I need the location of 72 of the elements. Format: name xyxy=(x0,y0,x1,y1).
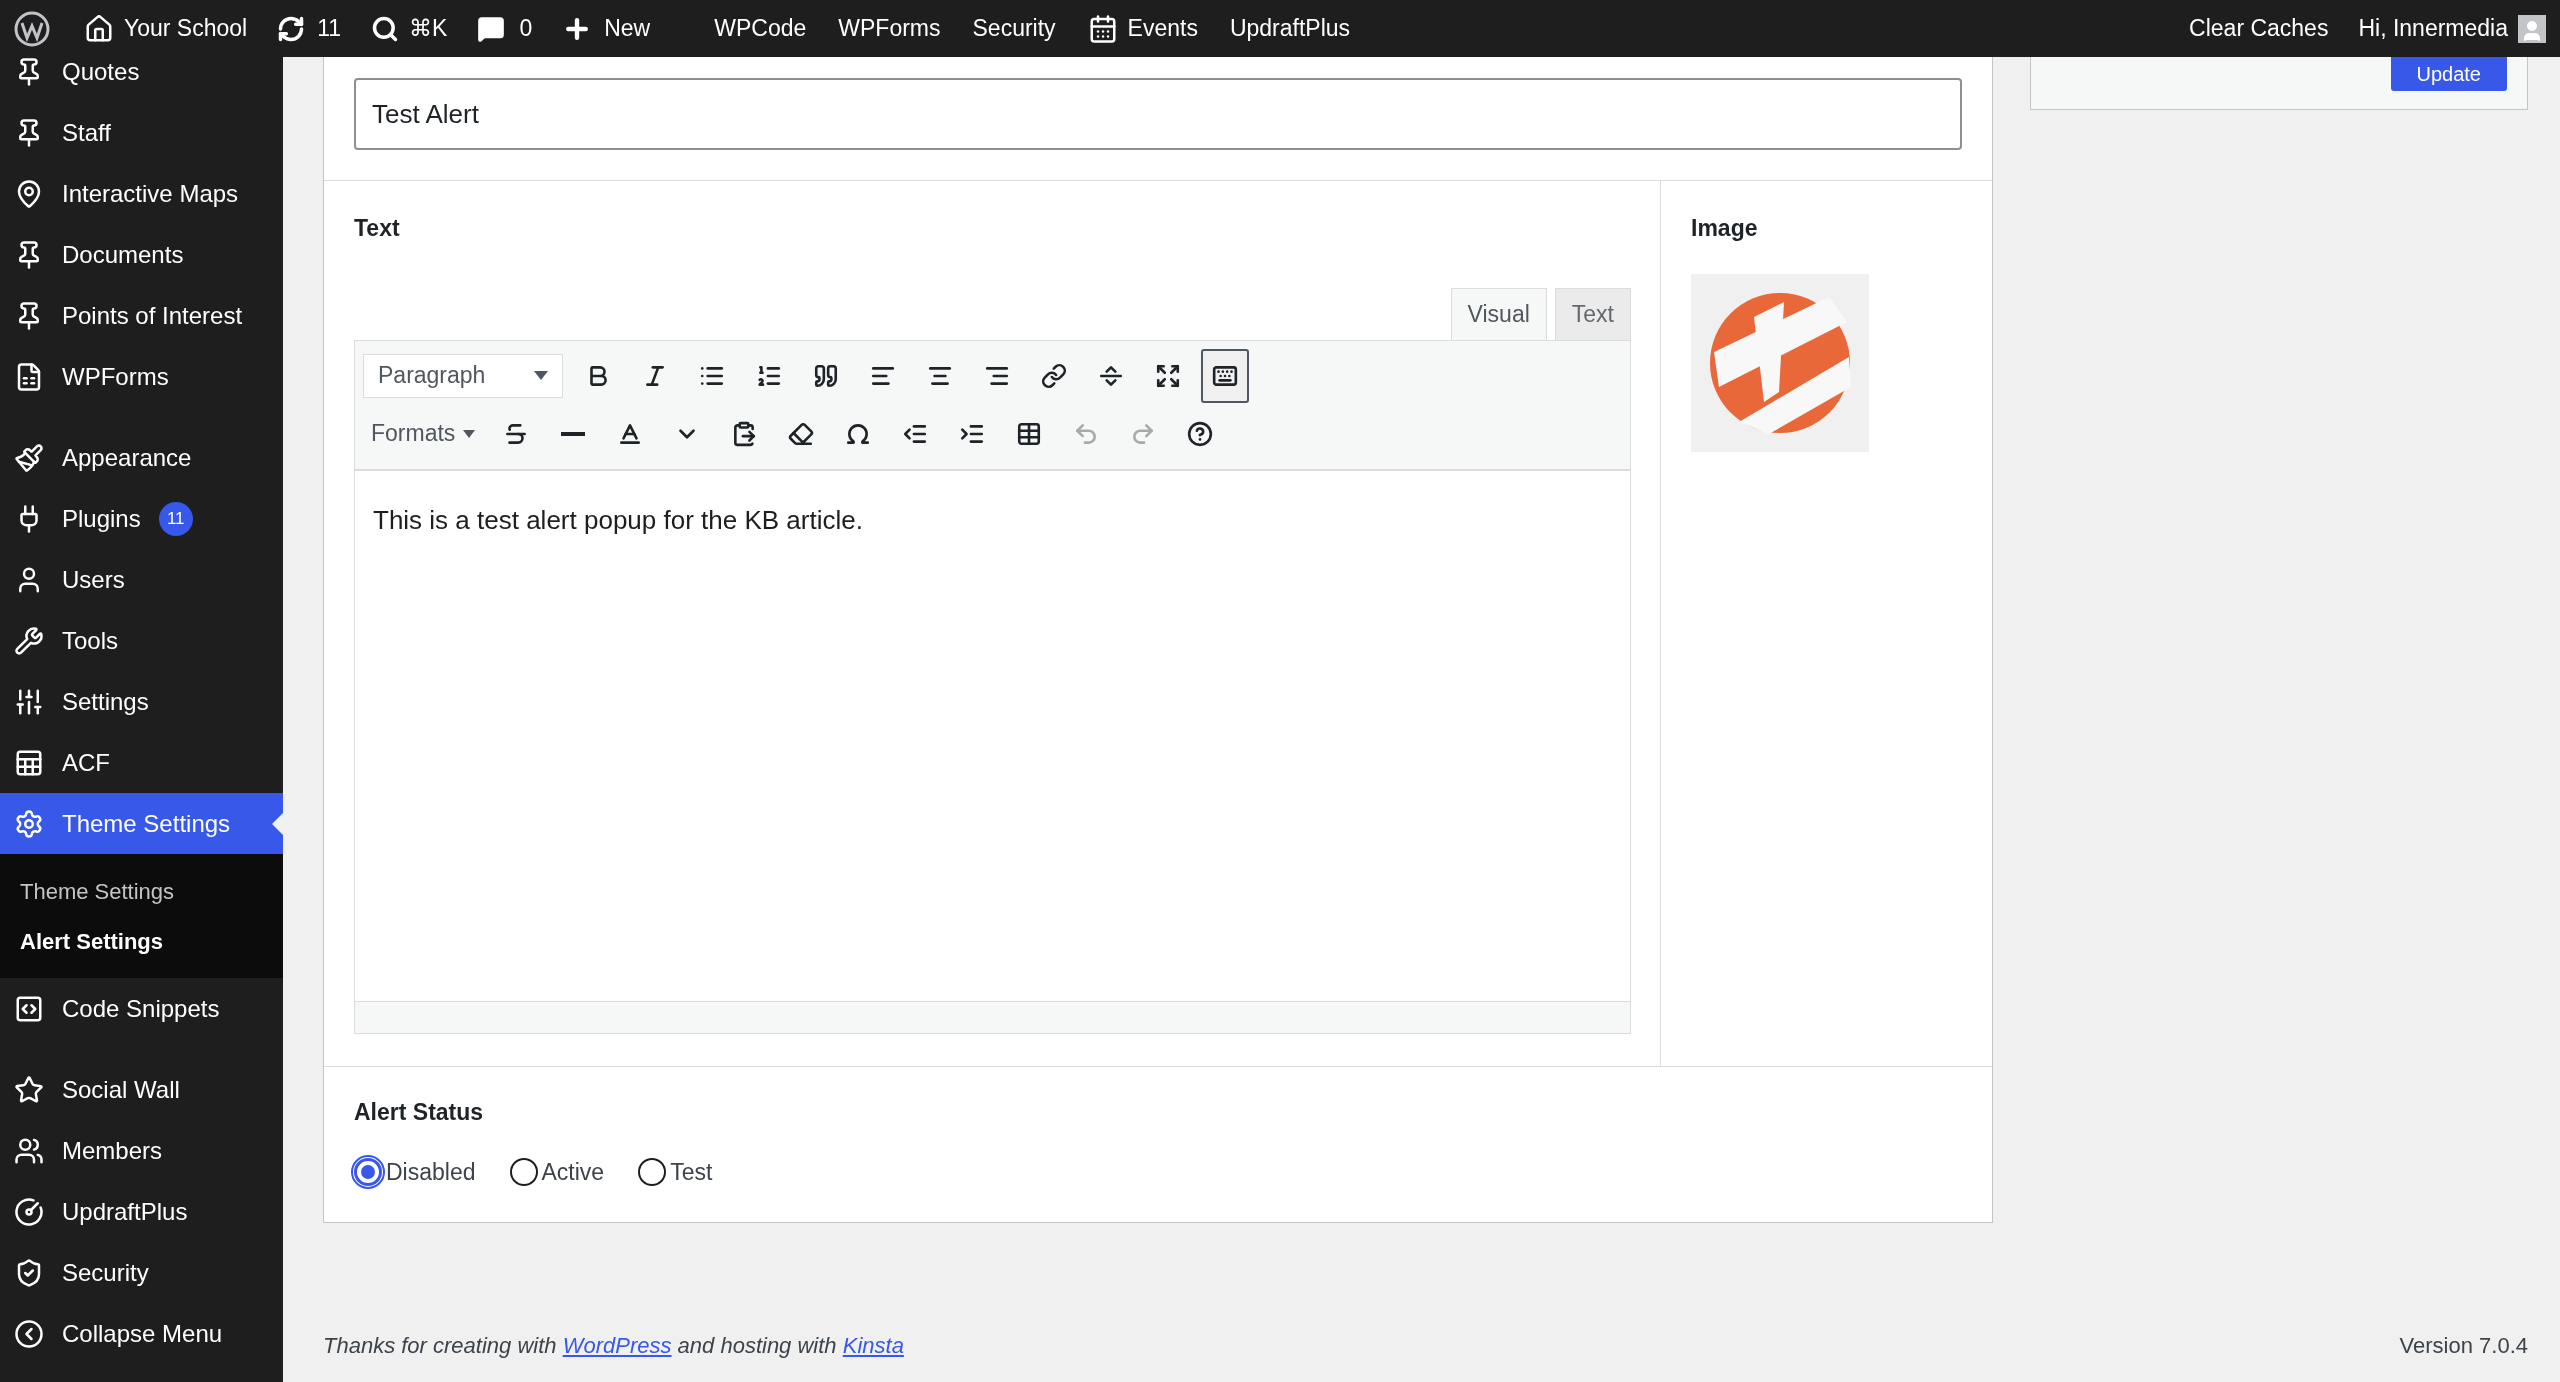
version-text: Version 7.0.4 xyxy=(2399,1332,2528,1360)
paste-text-icon xyxy=(731,420,758,447)
count-badge: 11 xyxy=(158,501,193,536)
toolbar-toggle-button[interactable] xyxy=(1201,348,1249,403)
footer-link[interactable]: WordPress xyxy=(562,1333,672,1358)
clear-caches-link[interactable]: Clear Caches xyxy=(2189,11,2329,46)
menu-item[interactable]: Code Snippets xyxy=(0,978,283,1039)
dropdown-caret-icon xyxy=(463,429,476,438)
menu-item[interactable]: UpdraftPlus xyxy=(0,1181,283,1242)
title-field[interactable]: Test Alert xyxy=(354,78,1962,150)
clear-formatting-icon xyxy=(788,420,815,447)
gauge-icon xyxy=(14,1196,44,1227)
menu-item[interactable]: Plugins 11 xyxy=(0,488,283,549)
menu-item[interactable]: ACF xyxy=(0,732,283,793)
menu-item[interactable]: Points of Interest xyxy=(0,285,283,346)
wrench-icon xyxy=(14,625,44,656)
field-label: Image xyxy=(1691,214,1759,243)
comment-icon[interactable] xyxy=(477,14,506,43)
wordpress-logo-icon[interactable] xyxy=(14,10,50,47)
menu-item[interactable]: Collapse Menu xyxy=(0,1303,283,1364)
update-button[interactable]: Update xyxy=(2390,57,2507,91)
field-label: Alert Status xyxy=(354,1097,485,1127)
search-icon[interactable] xyxy=(371,14,400,43)
search-shortcut[interactable]: ⌘K xyxy=(409,11,448,46)
dropdown-caret-icon xyxy=(534,371,548,380)
menu-item[interactable]: Documents xyxy=(0,224,283,285)
footer-link[interactable]: Kinsta xyxy=(842,1333,904,1358)
menu-item[interactable]: Staff xyxy=(0,102,283,163)
formats-menu[interactable]: Formats xyxy=(363,411,484,456)
paintbrush-icon xyxy=(14,442,44,473)
toolbar-link[interactable]: WPForms xyxy=(838,11,941,46)
field-label: Text xyxy=(354,214,401,243)
gear-icon xyxy=(14,808,44,839)
updates-count[interactable]: 11 xyxy=(317,11,342,46)
editor-tab[interactable]: Text xyxy=(1554,287,1631,340)
menu-item[interactable]: Security xyxy=(0,1242,283,1303)
toolbar-link[interactable]: Events xyxy=(1127,11,1198,46)
menu-item[interactable]: Settings xyxy=(0,671,283,732)
comments-count[interactable]: 0 xyxy=(519,11,533,46)
fullscreen-icon xyxy=(1155,362,1181,389)
footer-credit: Thanks for creating with WordPress and hosting with Kinsta xyxy=(323,1332,904,1360)
avatar-icon[interactable] xyxy=(2518,14,2546,43)
toolbar-link[interactable]: Security xyxy=(972,11,1056,46)
radio-option[interactable]: Disabled xyxy=(354,1155,476,1190)
current-arrow-icon xyxy=(272,813,283,835)
editor-tab[interactable]: Visual xyxy=(1450,287,1547,340)
home-icon[interactable] xyxy=(84,13,114,44)
toolbar-link[interactable]: UpdraftPlus xyxy=(1229,11,1351,46)
updates-icon[interactable] xyxy=(277,14,306,43)
calendar-icon[interactable] xyxy=(1087,13,1118,44)
menu-item[interactable]: Interactive Maps xyxy=(0,163,283,224)
menu-item[interactable]: Social Wall xyxy=(0,1059,283,1120)
radio-option[interactable]: Active xyxy=(509,1155,605,1190)
menu-item[interactable]: WPForms xyxy=(0,346,283,407)
collapse-icon xyxy=(14,1318,44,1349)
help-icon xyxy=(1187,420,1214,447)
table-icon xyxy=(1016,420,1043,447)
star-icon xyxy=(14,1074,44,1105)
toolbar-link[interactable]: WPCode xyxy=(714,11,807,46)
submenu-item[interactable]: Alert Settings xyxy=(0,916,283,966)
greeting-link[interactable]: Hi, Innermedia xyxy=(2358,11,2508,46)
block-format-select[interactable]: Paragraph xyxy=(363,353,563,398)
blockquote-icon xyxy=(813,362,839,389)
menu-item[interactable]: Appearance xyxy=(0,427,283,488)
menu-item[interactable]: Tools xyxy=(0,610,283,671)
menu-item[interactable]: Users xyxy=(0,549,283,610)
link-icon xyxy=(1041,362,1067,389)
radio-option[interactable]: Test xyxy=(638,1155,713,1190)
submenu-item[interactable]: Theme Settings xyxy=(0,866,283,916)
menu-item[interactable]: Theme Settings xyxy=(0,793,283,854)
new-link[interactable]: New xyxy=(604,11,651,46)
menu-item[interactable]: Members xyxy=(0,1120,283,1181)
